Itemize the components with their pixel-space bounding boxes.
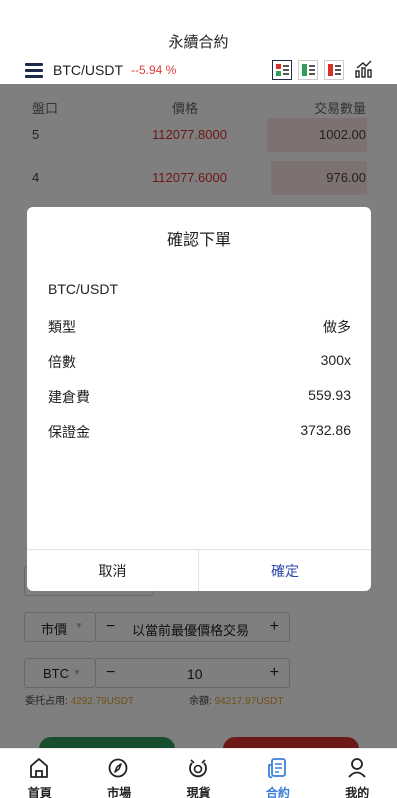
spot-icon xyxy=(188,759,207,778)
nav-label: 市場 xyxy=(107,786,132,798)
compass-icon xyxy=(108,758,128,778)
dialog-symbol: BTC/USDT xyxy=(48,281,118,297)
row-key: 類型 xyxy=(48,319,76,335)
confirm-button[interactable]: 確定 xyxy=(199,550,371,591)
nav-label: 合約 xyxy=(265,786,290,798)
nav-label: 我的 xyxy=(345,786,370,798)
nav-market[interactable]: 市場 xyxy=(79,749,158,798)
pair-label[interactable]: BTC/USDT xyxy=(53,62,123,78)
bottom-nav: 首頁 市場 現貨 合約 我的 xyxy=(0,748,397,798)
row-value: 559.93 xyxy=(308,387,351,403)
nav-home[interactable]: 首頁 xyxy=(0,749,79,798)
user-icon xyxy=(347,758,366,778)
home-icon xyxy=(30,758,48,778)
dialog-title: 確認下單 xyxy=(166,232,231,249)
row-value: 300x xyxy=(320,352,351,368)
row-value: 做多 xyxy=(323,319,351,335)
layout-both-icon[interactable] xyxy=(272,60,292,80)
price-change: --5.94 % xyxy=(131,63,177,77)
dialog-footer: 取消 確定 xyxy=(27,549,371,591)
cancel-button[interactable]: 取消 xyxy=(27,550,199,591)
row-key: 建倉費 xyxy=(48,389,90,405)
layout-sell-icon[interactable] xyxy=(324,60,344,80)
confirm-order-dialog: 確認下單 BTC/USDT 類型 做多 倍數 300x 建倉費 559.93 保… xyxy=(27,207,371,591)
contract-icon xyxy=(268,758,287,779)
layout-buy-icon[interactable] xyxy=(298,60,318,80)
nav-label: 首頁 xyxy=(27,786,52,798)
menu-icon[interactable] xyxy=(25,63,43,78)
depth-chart-icon[interactable] xyxy=(355,60,373,78)
row-key: 倍數 xyxy=(48,354,76,370)
nav-spot[interactable]: 現貨 xyxy=(159,749,238,798)
nav-label: 現貨 xyxy=(186,786,211,798)
nav-contract[interactable]: 合約 xyxy=(238,749,317,798)
row-value: 3732.86 xyxy=(300,422,351,438)
nav-profile[interactable]: 我的 xyxy=(318,749,397,798)
row-key: 保證金 xyxy=(48,424,90,440)
page-title: 永續合約 xyxy=(168,34,229,51)
pair-bar: BTC/USDT --5.94 % xyxy=(0,58,397,84)
